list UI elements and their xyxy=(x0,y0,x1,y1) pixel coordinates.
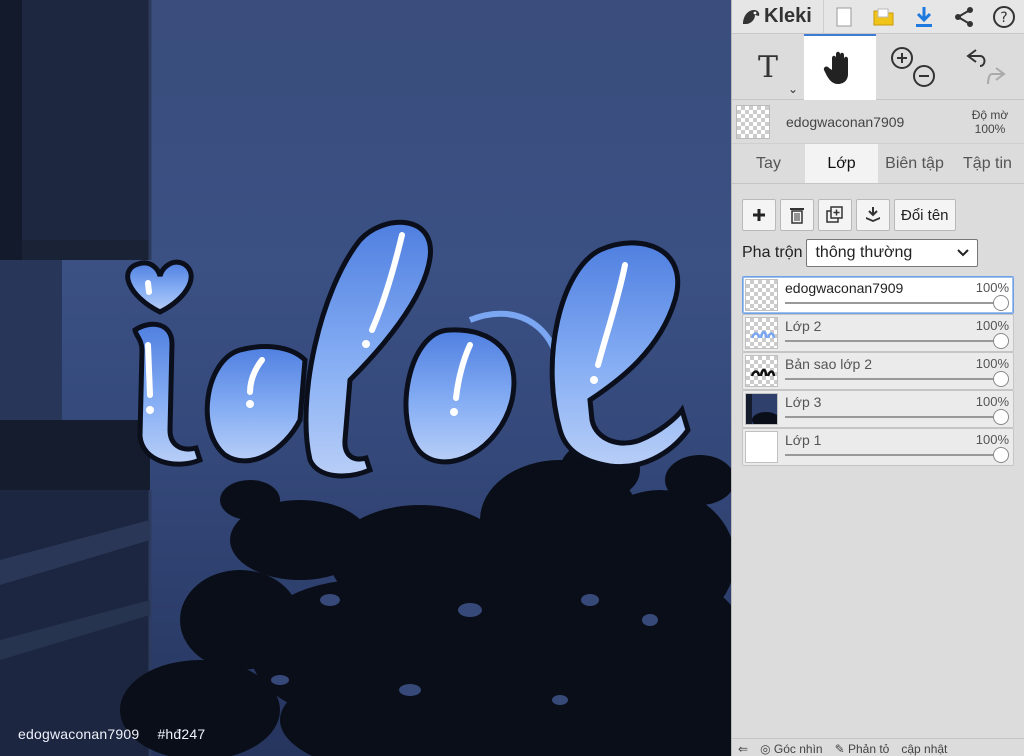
idol-lettering xyxy=(125,219,691,479)
plus-icon xyxy=(753,209,765,221)
layer-opacity-track[interactable] xyxy=(785,340,1001,342)
tree-silhouette xyxy=(120,440,731,756)
svg-text:?: ? xyxy=(1000,10,1007,26)
layer-opacity-handle[interactable] xyxy=(993,371,1009,387)
layer-name: Lớp 3 xyxy=(785,394,822,410)
layer-thumbnail xyxy=(745,393,778,425)
caption-username: edogwaconan7909 xyxy=(18,726,140,742)
download-icon xyxy=(916,6,932,27)
layer-opacity: 100% xyxy=(975,280,1009,295)
layer-name: Lớp 1 xyxy=(785,432,822,448)
current-layer-info: edogwaconan7909 Độ mờ 100% xyxy=(732,100,1024,144)
text-tool-button[interactable]: T ⌄ xyxy=(732,34,804,100)
tab-file[interactable]: Tập tin xyxy=(951,144,1024,183)
layer-opacity: 100% xyxy=(975,394,1009,409)
duplicate-layer-button[interactable] xyxy=(818,199,852,231)
tab-layers[interactable]: Lớp xyxy=(805,144,878,183)
layer-opacity: 100% xyxy=(975,432,1009,447)
merge-down-icon xyxy=(866,207,880,222)
trash-icon xyxy=(790,208,804,224)
layer-item[interactable]: Lớp 2 100% xyxy=(742,314,1014,352)
zoom-out-icon[interactable] xyxy=(913,65,935,87)
panel-tabs: Tay Lớp Biên tập Tập tin xyxy=(732,144,1024,184)
share-button[interactable] xyxy=(944,0,984,34)
layer-name: edogwaconan7909 xyxy=(785,280,904,296)
blend-mode-value: thông thường xyxy=(815,244,913,261)
building-silhouette xyxy=(0,0,152,756)
bottom-bar: ⇐ ◎ Góc nhìn ✎ Phản tỏ cập nhật xyxy=(732,738,1024,756)
kleki-logo[interactable]: Kleki xyxy=(732,0,824,34)
layer-opacity-track[interactable] xyxy=(785,378,1001,380)
zoom-buttons xyxy=(876,34,948,100)
app-name: Kleki xyxy=(764,5,812,27)
layer-thumbnail xyxy=(745,317,778,349)
help-button[interactable]: ? xyxy=(984,0,1024,34)
layer-opacity-handle[interactable] xyxy=(993,409,1009,425)
drawing-canvas[interactable]: ~~~ edogwaconan7909 #hđ247 xyxy=(0,0,731,756)
layer-thumbnail xyxy=(745,279,778,311)
blend-mode-row: Pha trộn thông thường xyxy=(732,234,1024,272)
duplicate-icon xyxy=(826,206,843,223)
download-button[interactable] xyxy=(904,0,944,34)
layer-opacity-track[interactable] xyxy=(785,416,1001,418)
layer-opacity-track[interactable] xyxy=(785,454,1001,456)
tab-brush[interactable]: Tay xyxy=(732,144,805,183)
merge-down-button[interactable] xyxy=(856,199,890,231)
layer-thumbnail xyxy=(745,355,778,387)
blend-mode-label: Pha trộn xyxy=(742,244,803,261)
layer-opacity: 100% xyxy=(975,356,1009,371)
tool-row: T ⌄ xyxy=(732,34,1024,100)
history-buttons xyxy=(948,34,1020,100)
back-arrow-icon[interactable]: ⇐ xyxy=(732,742,754,756)
layer-list: edogwaconan7909 100% Lớp 2 100% Bản sao … xyxy=(732,272,1024,466)
tab-edit[interactable]: Biên tập xyxy=(878,144,951,183)
layer-item[interactable]: Lớp 3 100% xyxy=(742,390,1014,428)
layer-thumbnail xyxy=(745,431,778,463)
layer-item[interactable]: Lớp 1 100% xyxy=(742,428,1014,466)
canvas-caption: edogwaconan7909 #hđ247 xyxy=(18,726,219,742)
open-folder-icon xyxy=(873,8,894,25)
side-panel: Kleki ? T ⌄ edogwaconan7909 Độ mờ 100% T… xyxy=(731,0,1024,756)
layer-opacity-handle[interactable] xyxy=(993,333,1009,349)
chevron-down-icon[interactable]: ⌄ xyxy=(788,82,798,96)
top-toolbar: Kleki ? xyxy=(732,0,1024,34)
hand-tool-button[interactable] xyxy=(804,34,876,100)
view-button[interactable]: ◎ Góc nhìn xyxy=(754,742,829,756)
open-file-button[interactable] xyxy=(864,0,904,34)
blend-mode-select[interactable]: thông thường xyxy=(806,239,979,267)
layer-item[interactable]: Bản sao lớp 2 100% xyxy=(742,352,1014,390)
canvas-artwork xyxy=(0,0,731,756)
update-link[interactable]: cập nhật xyxy=(895,742,953,756)
caption-tag: #hđ247 xyxy=(157,726,206,742)
zoom-in-icon[interactable] xyxy=(891,47,913,69)
new-file-button[interactable] xyxy=(824,0,864,34)
layer-item[interactable]: edogwaconan7909 100% xyxy=(742,276,1014,314)
layer-name: Lớp 2 xyxy=(785,318,822,334)
help-icon: ? xyxy=(993,5,1015,28)
undo-icon[interactable] xyxy=(966,49,986,67)
add-layer-button[interactable] xyxy=(742,199,776,231)
new-file-icon xyxy=(836,7,852,26)
chevron-down-icon xyxy=(957,249,970,257)
current-layer-opacity: Độ mờ 100% xyxy=(971,107,1009,136)
share-icon xyxy=(955,6,973,27)
layer-toolbar: Đổi tên xyxy=(732,184,1024,234)
current-layer-name: edogwaconan7909 xyxy=(786,113,905,130)
kleki-bird-icon xyxy=(743,9,760,24)
layer-opacity-handle[interactable] xyxy=(993,447,1009,463)
feedback-button[interactable]: ✎ Phản tỏ xyxy=(829,742,896,756)
current-layer-thumbnail xyxy=(736,104,770,139)
text-tool-icon: T xyxy=(757,49,778,85)
layer-opacity: 100% xyxy=(975,318,1009,333)
delete-layer-button[interactable] xyxy=(780,199,814,231)
layer-name: Bản sao lớp 2 xyxy=(785,356,873,372)
layer-opacity-track[interactable] xyxy=(785,302,1001,304)
top-watermark: ~~~ xyxy=(345,0,378,7)
layer-opacity-handle[interactable] xyxy=(993,295,1009,311)
hand-icon xyxy=(823,51,848,84)
redo-icon[interactable] xyxy=(987,67,1006,85)
rename-layer-button[interactable]: Đổi tên xyxy=(894,199,956,231)
